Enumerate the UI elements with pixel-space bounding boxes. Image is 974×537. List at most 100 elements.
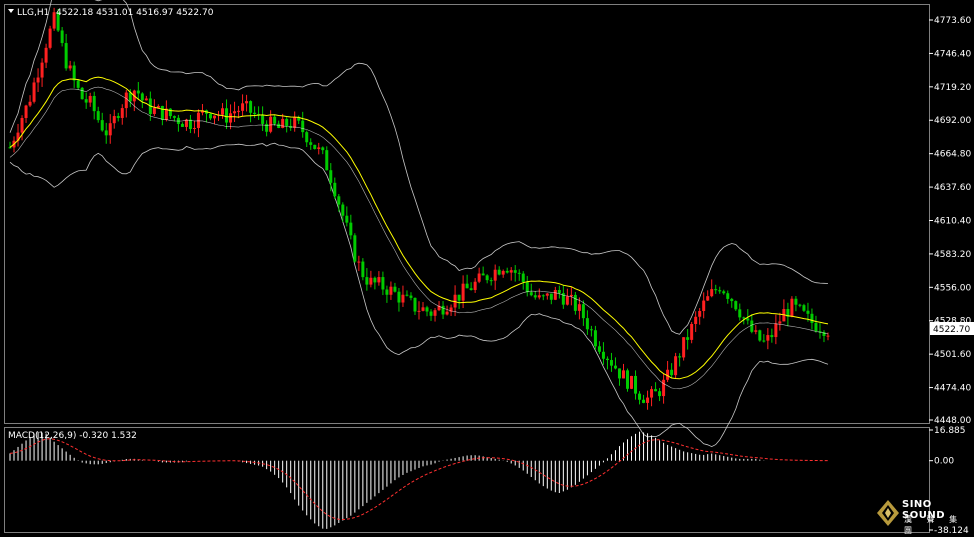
candle-body xyxy=(758,330,762,341)
candle-body xyxy=(754,330,758,332)
candle-body xyxy=(690,324,694,340)
candle-body xyxy=(140,93,144,101)
logo-sub-text: 漢 聲 集 團 xyxy=(904,515,964,535)
candle-body xyxy=(577,304,581,311)
candle-body xyxy=(674,356,678,376)
candle-body xyxy=(92,95,96,112)
candle-body xyxy=(638,393,642,400)
candle-body xyxy=(686,337,690,340)
candle-body xyxy=(529,292,533,296)
candle-body xyxy=(682,337,686,358)
candle-body xyxy=(569,294,573,297)
candle-body xyxy=(329,170,333,183)
candle-body xyxy=(208,113,212,119)
candle-body xyxy=(714,289,718,291)
candle-body xyxy=(317,147,321,149)
candle-body xyxy=(168,108,172,117)
candle-body xyxy=(485,275,489,281)
candle-body xyxy=(269,116,273,132)
candle-body xyxy=(361,261,365,278)
macd-label: MACD(12,26,9) -0.320 1.532 xyxy=(8,431,137,441)
candle-body xyxy=(497,269,501,275)
candle-body xyxy=(405,294,409,296)
candle-body xyxy=(549,293,553,300)
candle-body xyxy=(40,62,44,78)
candle-body xyxy=(365,277,369,285)
price-tick-label: 4692.00 xyxy=(934,116,971,126)
candle-body xyxy=(116,116,120,118)
candle-body xyxy=(64,43,68,69)
candle-body xyxy=(489,280,493,282)
candle-body xyxy=(762,340,766,342)
price-tick-label: 4501.60 xyxy=(934,350,971,360)
candle-body xyxy=(144,98,148,101)
candle-body xyxy=(750,320,754,332)
candle-body xyxy=(369,277,373,285)
candle-body xyxy=(124,92,128,109)
candle-body xyxy=(473,281,477,290)
candle-body xyxy=(678,356,682,358)
candle-body xyxy=(445,311,449,315)
candle-body xyxy=(573,294,577,311)
candle-body xyxy=(597,346,601,352)
candle-body xyxy=(389,286,393,295)
candle-body xyxy=(658,391,662,397)
candle-body xyxy=(798,304,802,306)
candle-body xyxy=(88,95,92,103)
candle-body xyxy=(28,101,32,106)
price-tick-label: 4746.40 xyxy=(934,49,971,59)
candle-body xyxy=(501,270,505,275)
candle-body xyxy=(225,108,229,123)
candle-body xyxy=(180,123,184,127)
candle-body xyxy=(72,65,76,81)
candle-body xyxy=(457,294,461,301)
candle-body xyxy=(108,123,112,136)
price-tick-label: 4664.80 xyxy=(934,150,971,160)
candle-body xyxy=(237,110,241,112)
macd-tick-label: 16.885 xyxy=(934,426,966,436)
candle-body xyxy=(738,309,742,318)
candle-body xyxy=(172,116,176,118)
candle-body xyxy=(8,147,12,149)
candle-body xyxy=(24,105,28,119)
candle-body xyxy=(417,310,421,312)
candle-body xyxy=(722,291,726,294)
candle-body xyxy=(84,99,88,103)
candle-body xyxy=(553,290,557,300)
candle-body xyxy=(184,119,188,127)
candle-body xyxy=(44,47,48,63)
candle-body xyxy=(770,335,774,338)
candle-body xyxy=(357,261,361,263)
candle-body xyxy=(505,270,509,273)
candle-body xyxy=(212,115,216,119)
candle-body xyxy=(742,317,746,319)
candle-body xyxy=(60,30,64,44)
candle-body xyxy=(221,108,225,115)
candle-body xyxy=(321,147,325,151)
price-tick-label: 4556.00 xyxy=(934,283,971,293)
candle-body xyxy=(32,82,36,102)
candle-body xyxy=(421,307,425,311)
candle-body xyxy=(401,294,405,303)
candle-body xyxy=(469,288,473,290)
candle-body xyxy=(609,360,613,366)
candle-body xyxy=(794,298,798,305)
candle-body xyxy=(152,107,156,114)
candle-body xyxy=(76,80,80,88)
candle-body xyxy=(650,389,654,398)
candle-body xyxy=(702,300,706,311)
trading-chart[interactable]: 4773.60 4746.40 4719.20 4692.00 4664.80 4637.… xyxy=(0,0,974,537)
current-price-label: 4522.70 xyxy=(933,325,970,335)
candle-body xyxy=(397,291,401,303)
candle-body xyxy=(261,115,265,124)
candle-body xyxy=(670,369,674,376)
candle-body xyxy=(726,293,730,299)
candle-body xyxy=(305,132,309,143)
candle-body xyxy=(565,296,569,305)
candle-body xyxy=(241,103,245,111)
candle-body xyxy=(20,118,24,133)
candle-body xyxy=(385,289,389,295)
price-tick-label: 4583.20 xyxy=(934,250,971,260)
candle-body xyxy=(96,111,100,121)
candle-body xyxy=(626,370,630,389)
